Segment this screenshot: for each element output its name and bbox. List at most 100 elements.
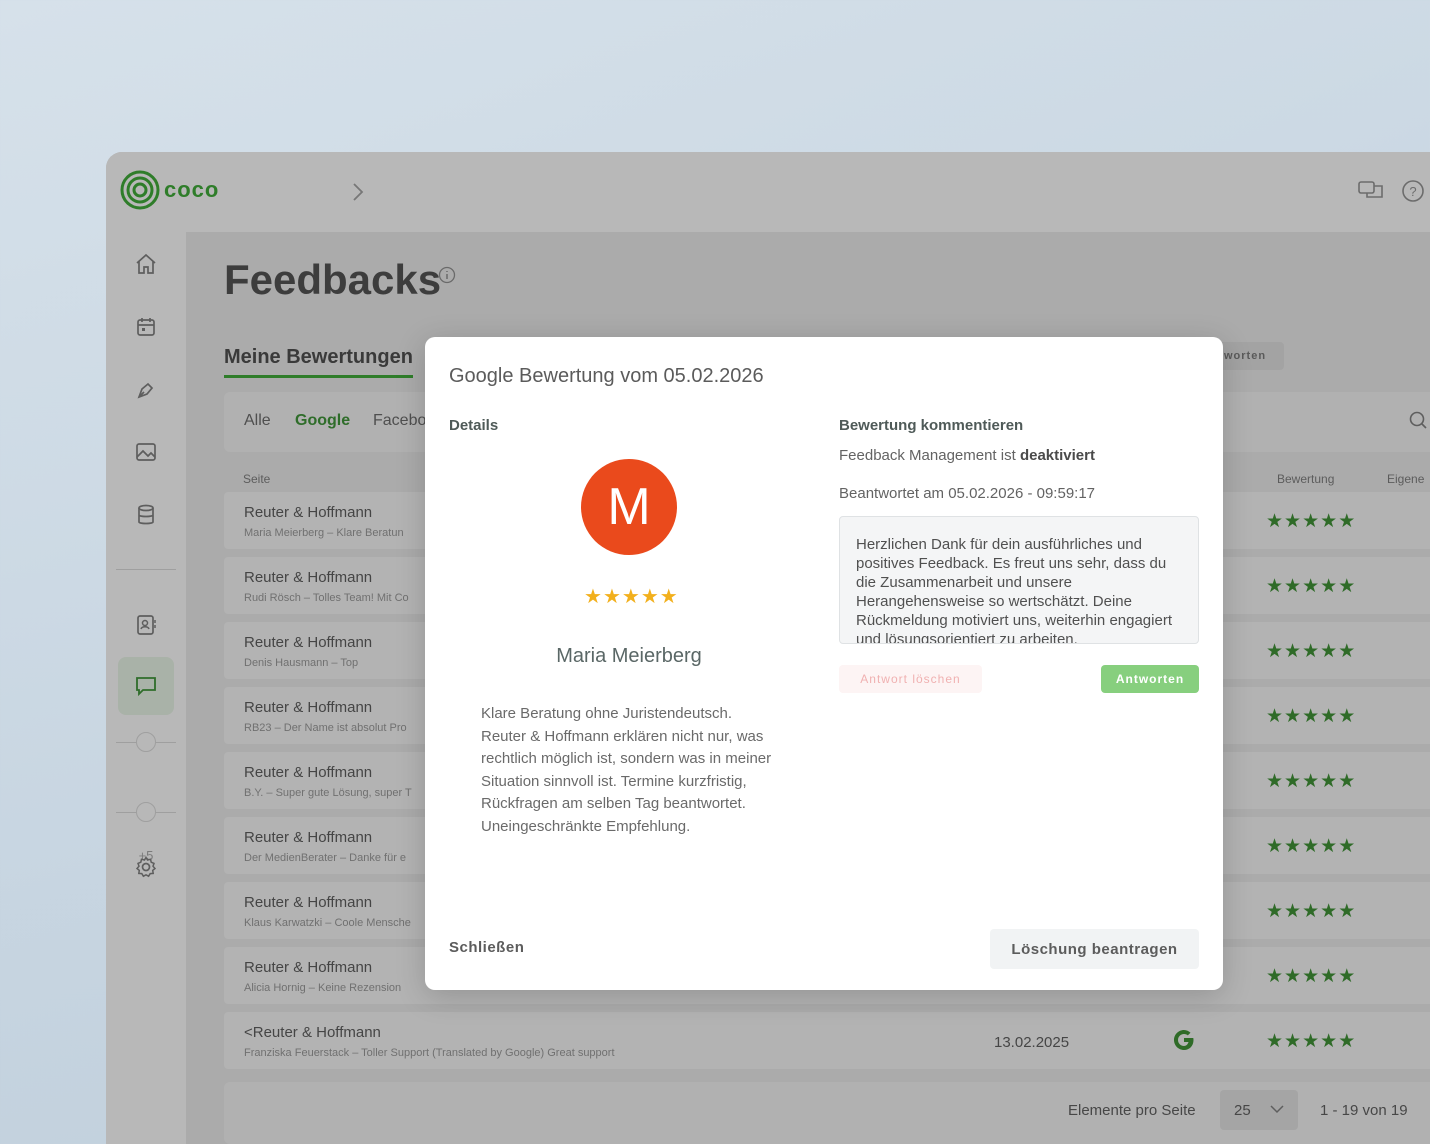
pagination-bar: Elemente pro Seite 25 1 - 19 von 19 bbox=[224, 1082, 1430, 1144]
sidebar-item-home[interactable] bbox=[126, 244, 166, 284]
step-dot bbox=[136, 802, 156, 822]
close-button[interactable]: Schließen bbox=[449, 939, 524, 956]
dialog-title: Google Bewertung vom 05.02.2026 bbox=[449, 365, 764, 387]
star-icon: ★ bbox=[1302, 901, 1320, 922]
row-rating-stars: ★ ★ ★ ★ ★ bbox=[1266, 837, 1355, 856]
row-subtitle: Alicia Hornig – Keine Rezension bbox=[244, 982, 402, 994]
svg-text:?: ? bbox=[1409, 184, 1416, 199]
row-rating-stars: ★ ★ ★ ★ ★ bbox=[1266, 707, 1355, 726]
row-rating-stars: ★ ★ ★ ★ ★ bbox=[1266, 1032, 1355, 1051]
chevron-right-icon[interactable] bbox=[350, 180, 366, 204]
star-icon: ★ bbox=[602, 586, 621, 608]
star-icon: ★ bbox=[1266, 966, 1284, 987]
star-icon: ★ bbox=[1320, 836, 1338, 857]
comment-section-label: Bewertung kommentieren bbox=[839, 417, 1024, 434]
chat-bubbles-icon[interactable] bbox=[1358, 178, 1384, 204]
star-icon: ★ bbox=[1266, 771, 1284, 792]
star-icon: ★ bbox=[659, 586, 678, 608]
star-icon: ★ bbox=[1284, 836, 1302, 857]
row-title: Reuter & Hoffmann bbox=[244, 894, 373, 911]
info-icon[interactable] bbox=[438, 266, 456, 284]
sidebar-item-settings[interactable] bbox=[126, 847, 166, 887]
reply-text: Herzlichen Dank für dein ausführliches u… bbox=[856, 536, 1172, 644]
pager-range: 1 - 19 von 19 bbox=[1320, 1102, 1408, 1119]
top-bar: coco ? bbox=[106, 152, 1430, 232]
star-icon: ★ bbox=[1266, 576, 1284, 597]
row-rating-stars: ★ ★ ★ ★ ★ bbox=[1266, 902, 1355, 921]
row-subtitle: Franziska Feuerstack – Toller Support (T… bbox=[244, 1047, 615, 1059]
step-dot bbox=[136, 732, 156, 752]
sidebar-item-contacts[interactable] bbox=[126, 605, 166, 645]
image-icon bbox=[136, 443, 156, 461]
reviewer-name: Maria Meierberg bbox=[556, 645, 702, 667]
row-date: 13.02.2025 bbox=[994, 1034, 1070, 1051]
google-icon bbox=[1174, 1030, 1194, 1050]
row-subtitle: Denis Hausmann – Top bbox=[244, 657, 359, 669]
filter-google[interactable]: Google bbox=[295, 412, 350, 430]
tab-right-button[interactable]: worten bbox=[1214, 342, 1284, 370]
calendar-icon bbox=[137, 318, 155, 336]
star-icon: ★ bbox=[1284, 966, 1302, 987]
row-title: Reuter & Hoffmann bbox=[244, 569, 373, 586]
sidebar-item-editor[interactable] bbox=[126, 370, 166, 410]
star-icon: ★ bbox=[1320, 901, 1338, 922]
star-icon: ★ bbox=[621, 586, 640, 608]
filter-alle[interactable]: Alle bbox=[244, 412, 271, 430]
star-icon: ★ bbox=[1302, 771, 1320, 792]
star-icon: ★ bbox=[1338, 511, 1356, 532]
sidebar-item-database[interactable] bbox=[126, 495, 166, 535]
row-title: Reuter & Hoffmann bbox=[244, 959, 373, 976]
per-page-value: 25 bbox=[1234, 1102, 1251, 1119]
sidebar-item-calendar[interactable] bbox=[126, 307, 166, 347]
sidebar-item-media[interactable] bbox=[126, 432, 166, 472]
star-icon: ★ bbox=[1320, 706, 1338, 727]
star-icon: ★ bbox=[1320, 511, 1338, 532]
row-subtitle: Maria Meierberg – Klare Beratun bbox=[244, 527, 404, 539]
star-icon: ★ bbox=[1284, 901, 1302, 922]
row-title: Reuter & Hoffmann bbox=[244, 829, 373, 846]
fm-status-prefix: Feedback Management ist bbox=[839, 447, 1020, 464]
logo-text: coco bbox=[164, 177, 220, 202]
star-icon: ★ bbox=[1284, 576, 1302, 597]
database-icon bbox=[138, 504, 154, 525]
star-icon: ★ bbox=[1284, 706, 1302, 727]
row-subtitle: RB23 – Der Name ist absolut Pro bbox=[244, 722, 407, 734]
star-icon: ★ bbox=[1302, 1031, 1320, 1052]
review-dialog: Google Bewertung vom 05.02.2026 Details … bbox=[425, 337, 1223, 990]
answer-button[interactable]: Antworten bbox=[1101, 665, 1199, 693]
search-icon[interactable] bbox=[1408, 410, 1428, 430]
row-title: <Reuter & Hoffmann bbox=[244, 1024, 381, 1041]
logo[interactable]: coco bbox=[120, 170, 219, 210]
filter-facebook[interactable]: Facebo bbox=[373, 412, 426, 430]
star-icon: ★ bbox=[1320, 576, 1338, 597]
page-title: Feedbacks bbox=[224, 256, 442, 303]
chevron-down-icon bbox=[1270, 1105, 1284, 1114]
star-icon: ★ bbox=[1320, 966, 1338, 987]
per-page-select[interactable]: 25 bbox=[1220, 1090, 1298, 1130]
row-title: Reuter & Hoffmann bbox=[244, 634, 373, 651]
star-icon: ★ bbox=[1302, 576, 1320, 597]
answered-timestamp: Beantwortet am 05.02.2026 - 09:59:17 bbox=[839, 485, 1096, 502]
delete-answer-button[interactable]: Antwort löschen bbox=[839, 665, 982, 693]
fm-status-state: deaktiviert bbox=[1019, 447, 1095, 464]
star-icon: ★ bbox=[1302, 641, 1320, 662]
pager-label: Elemente pro Seite bbox=[1068, 1102, 1196, 1119]
row-rating-stars: ★ ★ ★ ★ ★ bbox=[1266, 642, 1355, 661]
star-icon: ★ bbox=[1266, 901, 1284, 922]
review-text: Klare Beratung ohne Juristendeutsch. Reu… bbox=[481, 705, 772, 835]
help-icon[interactable]: ? bbox=[1400, 178, 1426, 204]
reply-textarea[interactable]: Herzlichen Dank für dein ausführliches u… bbox=[839, 516, 1199, 644]
details-label: Details bbox=[449, 417, 499, 434]
column-header-eigene: Eigene bbox=[1387, 472, 1425, 486]
table-row[interactable]: <Reuter & Hoffmann Franziska Feuerstack –… bbox=[224, 1012, 1430, 1069]
row-rating-stars: ★ ★ ★ ★ ★ bbox=[1266, 772, 1355, 791]
star-icon: ★ bbox=[1320, 1031, 1338, 1052]
tab-meine-bewertungen[interactable]: Meine Bewertungen bbox=[224, 346, 413, 378]
row-subtitle: Rudi Rösch – Tolles Team! Mit Co bbox=[244, 592, 409, 604]
request-deletion-button[interactable]: Löschung beantragen bbox=[990, 929, 1199, 969]
sidebar-item-feedbacks[interactable] bbox=[118, 657, 174, 715]
rating-stars: ★ ★ ★ ★ ★ bbox=[584, 587, 678, 607]
star-icon: ★ bbox=[1338, 836, 1356, 857]
contact-book-icon bbox=[137, 615, 156, 635]
star-icon: ★ bbox=[1320, 771, 1338, 792]
